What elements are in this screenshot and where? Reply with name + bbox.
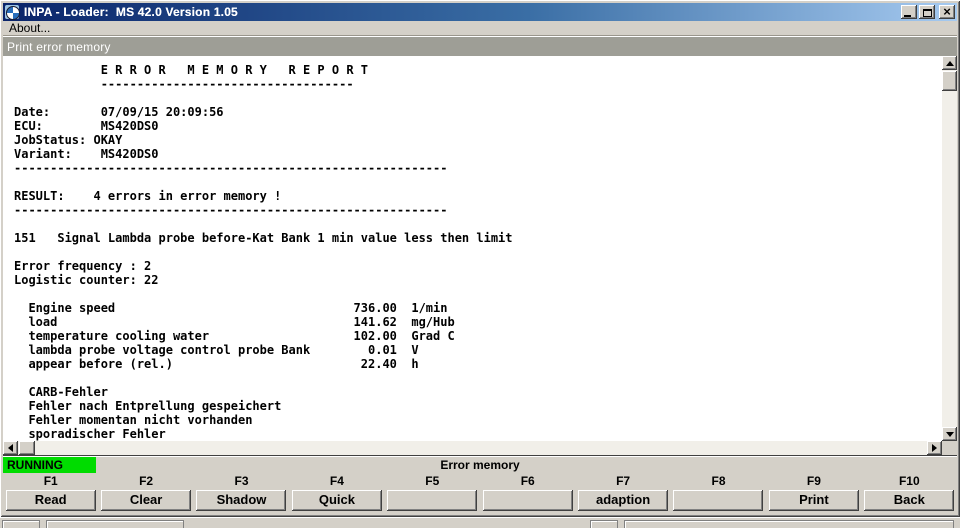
arrow-right-icon <box>932 444 937 452</box>
taskbar-button-top <box>2 520 40 528</box>
f5-button[interactable] <box>387 490 478 511</box>
fkey-label-f3: F3 <box>234 474 249 488</box>
read-button[interactable]: Read <box>5 490 96 511</box>
horizontal-scroll-thumb[interactable] <box>19 441 35 455</box>
fkey-label-f1: F1 <box>43 474 58 488</box>
scroll-down-button[interactable] <box>942 427 957 441</box>
fkey-label-f4: F4 <box>329 474 344 488</box>
menu-bar: About... <box>3 21 957 36</box>
vertical-scroll-thumb[interactable] <box>942 71 957 91</box>
fkey-label-f10: F10 <box>898 474 920 488</box>
print-button[interactable]: Print <box>768 490 859 511</box>
window-title: INPA - Loader: MS 42.0 Version 1.05 <box>24 5 238 19</box>
minimize-button[interactable] <box>901 5 917 19</box>
title-bar[interactable]: INPA - Loader: MS 42.0 Version 1.05 × <box>3 3 957 21</box>
fkey-label-f2: F2 <box>139 474 154 488</box>
screen-title: Error memory <box>440 458 520 472</box>
scroll-up-button[interactable] <box>942 56 957 70</box>
fkey-labels: F1 F2 F3 F4 F5 F6 F7 F8 F9 F10 <box>3 473 957 489</box>
error-memory-report: E R R O R M E M O R Y R E P O R T ------… <box>14 63 513 441</box>
menu-item-about[interactable]: About... <box>9 21 50 35</box>
bmw-roundel-icon[interactable] <box>5 5 20 20</box>
scroll-right-button[interactable] <box>927 441 942 455</box>
fkey-label-f5: F5 <box>425 474 440 488</box>
fkey-buttons: Read Clear Shadow Quick adaption Print B… <box>3 489 957 514</box>
child-window-title: Print error memory <box>7 39 111 54</box>
close-icon: × <box>943 3 951 19</box>
quick-button[interactable]: Quick <box>291 490 382 511</box>
window-controls: × <box>899 5 955 19</box>
fkey-label-f7: F7 <box>616 474 631 488</box>
child-window-titlebar: Print error memory <box>3 36 957 56</box>
taskbar-button-top <box>46 520 184 528</box>
scroll-left-button[interactable] <box>3 441 18 455</box>
maximize-button[interactable] <box>919 5 935 19</box>
taskbar-button-top <box>590 520 618 528</box>
f6-button[interactable] <box>482 490 573 511</box>
taskbar-strip[interactable] <box>0 517 960 528</box>
close-button[interactable]: × <box>939 5 955 19</box>
back-button[interactable]: Back <box>864 490 955 511</box>
scrollbar-corner <box>942 441 957 455</box>
f8-button[interactable] <box>673 490 764 511</box>
taskbar-button-top <box>624 520 954 528</box>
status-bar: RUNNING Error memory <box>3 455 957 473</box>
fkey-label-f6: F6 <box>520 474 535 488</box>
vertical-scrollbar[interactable] <box>942 56 957 441</box>
maximize-icon <box>922 8 932 17</box>
arrow-left-icon <box>8 444 13 452</box>
inpa-window: INPA - Loader: MS 42.0 Version 1.05 × Ab… <box>0 0 960 517</box>
adaption-button[interactable]: adaption <box>578 490 669 511</box>
clear-button[interactable]: Clear <box>101 490 192 511</box>
minimize-icon <box>904 14 911 17</box>
arrow-down-icon <box>945 431 954 437</box>
shadow-button[interactable]: Shadow <box>196 490 287 511</box>
horizontal-scrollbar[interactable] <box>3 441 942 455</box>
fkey-label-f9: F9 <box>806 474 821 488</box>
fkey-label-f8: F8 <box>711 474 726 488</box>
report-area: E R R O R M E M O R Y R E P O R T ------… <box>3 56 957 455</box>
arrow-up-icon <box>945 60 954 66</box>
